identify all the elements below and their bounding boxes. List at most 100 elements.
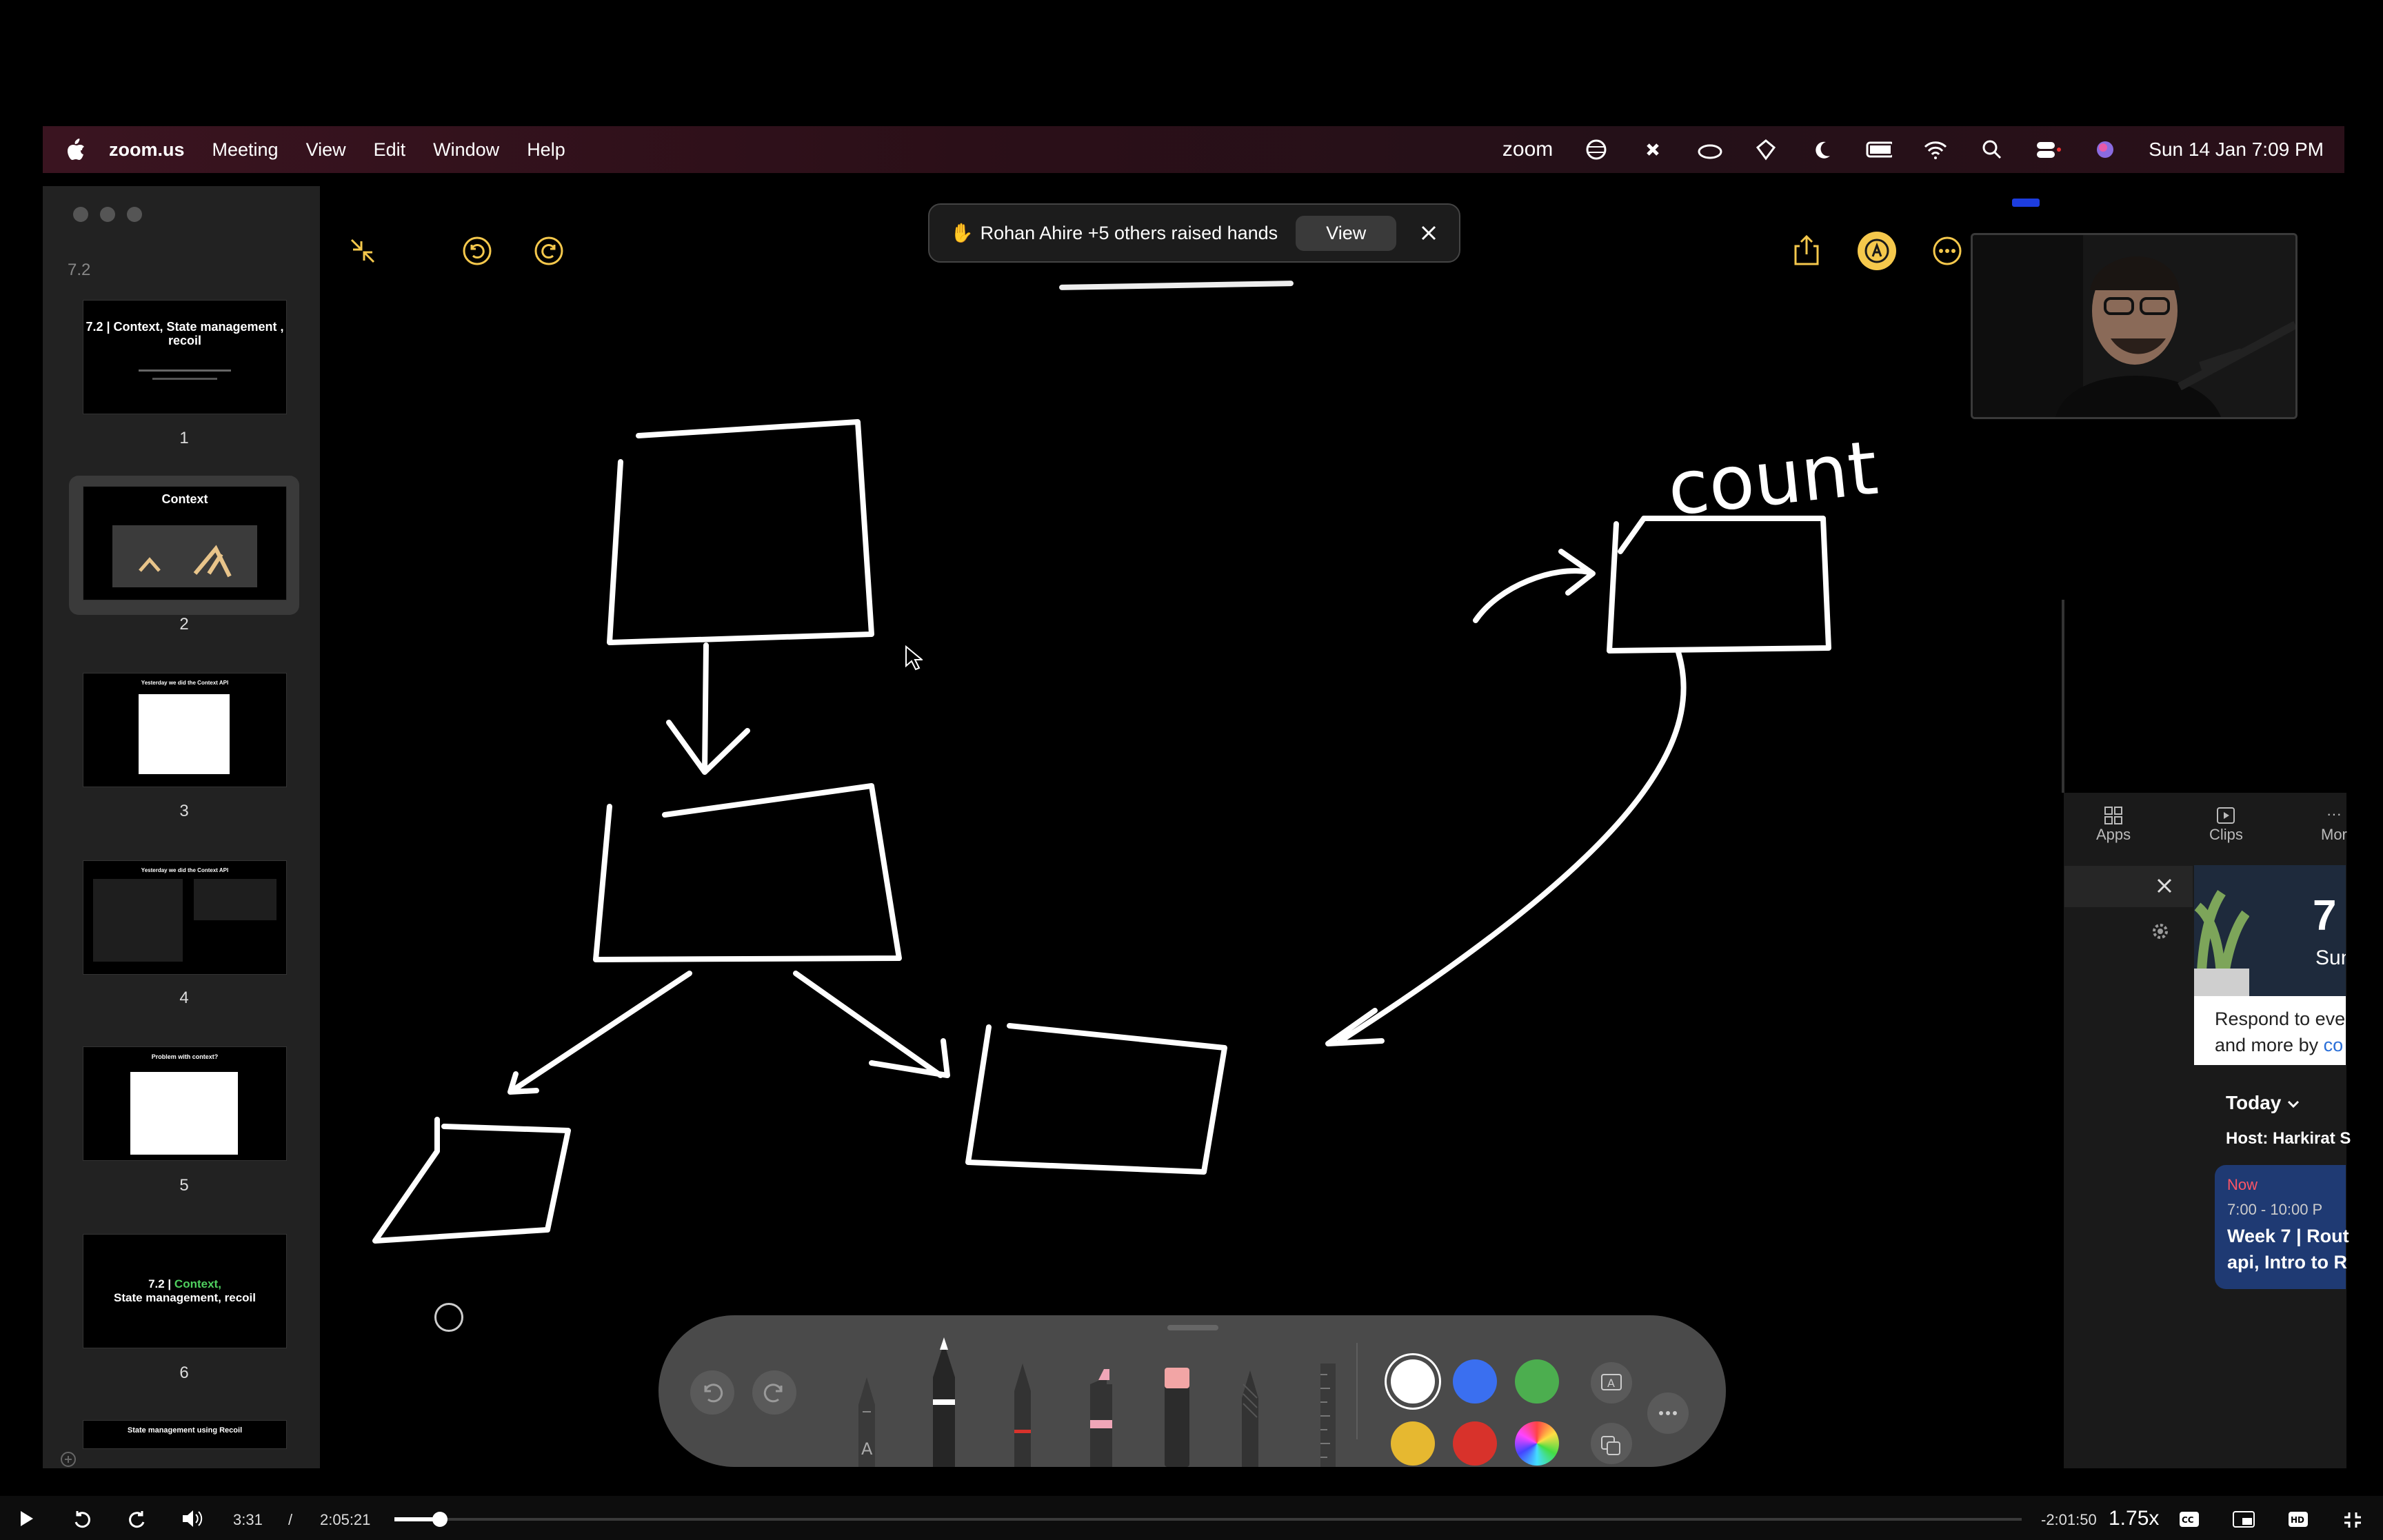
box-bottom-left — [372, 1117, 571, 1244]
calendar-promo-card[interactable]: 7 Sun Respond to eve and more by co — [2194, 865, 2346, 1065]
event-time: 7:00 - 10:00 P — [2227, 1201, 2323, 1218]
apps-tab[interactable]: Apps — [2096, 805, 2131, 844]
clips-tab[interactable]: Clips — [2209, 805, 2243, 844]
menu-help[interactable]: Help — [527, 139, 565, 161]
search-icon[interactable] — [1979, 136, 2005, 163]
settings-gear-icon[interactable] — [2151, 922, 2169, 940]
slide-3-title: Yesterday we did the Context API — [141, 680, 229, 686]
box-middle — [593, 783, 902, 962]
palette-undo-button[interactable] — [690, 1370, 734, 1415]
control-center-icon[interactable] — [2035, 136, 2062, 163]
volume-icon[interactable] — [181, 1508, 204, 1529]
seek-bar-handle[interactable] — [432, 1512, 448, 1527]
picture-in-picture-icon[interactable] — [2233, 1511, 2255, 1528]
fine-pen-tool[interactable] — [1009, 1357, 1036, 1467]
raised-hands-text: Rohan Ahire +5 others raised hands — [980, 222, 1278, 243]
slide-thumbnail-2[interactable]: Context — [83, 486, 287, 600]
color-swatch-blue[interactable] — [1453, 1359, 1497, 1404]
menu-window[interactable]: Window — [433, 139, 499, 161]
arrow-down — [666, 642, 750, 775]
close-notification-icon[interactable] — [1420, 224, 1438, 242]
network-icon[interactable] — [1753, 136, 1779, 163]
color-swatch-green[interactable] — [1515, 1359, 1559, 1404]
slide-number-1: 1 — [179, 429, 189, 447]
shapes-button[interactable] — [1591, 1423, 1632, 1464]
command-icon[interactable] — [1640, 136, 1666, 163]
arrow-left — [507, 971, 692, 1095]
hd-quality-icon[interactable]: HD — [2288, 1511, 2309, 1528]
wifi-icon[interactable] — [1922, 136, 1949, 163]
color-swatch-yellow[interactable] — [1391, 1421, 1435, 1466]
moon-icon[interactable] — [1809, 136, 1836, 163]
menu-view[interactable]: View — [306, 139, 346, 161]
more-icon: ··· — [2326, 805, 2342, 822]
event-card[interactable]: Now 7:00 - 10:00 P Week 7 | Rout api, In… — [2215, 1165, 2349, 1289]
menu-edit[interactable]: Edit — [374, 139, 406, 161]
rewind-icon[interactable] — [72, 1508, 92, 1529]
slide-thumbnail-6[interactable]: 7.2 | Context, State management, recoil — [83, 1234, 287, 1348]
seek-bar[interactable] — [394, 1518, 2022, 1521]
event-title-line-2: api, Intro to R — [2227, 1252, 2347, 1273]
ruler-tool[interactable] — [1314, 1364, 1341, 1467]
arrow-to-count — [1473, 549, 1596, 623]
palette-divider — [1356, 1343, 1358, 1439]
zoom-brand[interactable]: zoom — [1502, 138, 1553, 161]
slide-thumbnail-7[interactable]: State management using Recoil — [83, 1420, 287, 1449]
handwritten-count-label: count — [1664, 425, 1882, 533]
slide-1-title: 7.2 | Context, State management , recoil — [86, 320, 284, 347]
svg-text:A: A — [1607, 1377, 1615, 1390]
text-box-button[interactable]: A — [1591, 1362, 1632, 1404]
slide-2-image — [112, 525, 257, 587]
siri-icon[interactable] — [2092, 136, 2118, 163]
today-dropdown[interactable]: Today — [2226, 1092, 2300, 1114]
window-close-button[interactable] — [73, 207, 88, 222]
svg-text:HD: HD — [2291, 1515, 2304, 1525]
arrow-right — [793, 971, 950, 1078]
menu-meeting[interactable]: Meeting — [212, 139, 279, 161]
slide-thumbnail-1[interactable]: 7.2 | Context, State management , recoil — [83, 300, 287, 414]
close-panel-icon[interactable] — [2155, 877, 2173, 895]
highlighter-tool[interactable] — [1086, 1357, 1116, 1467]
menu-bar-status-area: zoom Sun 14 Jan 7:09 PM — [1502, 126, 2324, 173]
apple-logo-icon[interactable] — [66, 139, 86, 161]
slide-thumbnail-3[interactable]: Yesterday we did the Context API — [83, 673, 287, 787]
more-tab[interactable]: ··· Mor — [2321, 805, 2347, 844]
globe-icon[interactable] — [1583, 136, 1609, 163]
window-zoom-button[interactable] — [127, 207, 142, 222]
slide-number-2: 2 — [179, 615, 189, 634]
exit-fullscreen-icon[interactable] — [2343, 1511, 2362, 1529]
whiteboard-canvas[interactable]: count — [320, 262, 2064, 1317]
slide-thumbnail-4[interactable]: Yesterday we did the Context API — [83, 860, 287, 975]
monoline-pen-tool[interactable]: A — [853, 1364, 881, 1467]
palette-drag-handle[interactable] — [1167, 1325, 1218, 1330]
lasso-tool[interactable] — [1236, 1364, 1264, 1467]
window-minimize-button[interactable] — [100, 207, 115, 222]
host-label: Host: Harkirat S — [2226, 1129, 2351, 1148]
eraser-tool[interactable] — [1162, 1364, 1192, 1467]
pen-tool[interactable] — [929, 1336, 959, 1467]
battery-icon[interactable] — [1866, 136, 1893, 163]
palette-redo-button[interactable] — [752, 1370, 796, 1415]
color-swatch-white[interactable] — [1391, 1359, 1435, 1404]
menu-app-name[interactable]: zoom.us — [109, 139, 185, 161]
slide-5-diagram — [130, 1072, 238, 1155]
cloud-icon[interactable] — [1696, 136, 1722, 163]
slide-1-subtext — [139, 369, 231, 372]
add-slide-icon[interactable] — [59, 1450, 77, 1468]
current-time: 3:31 — [233, 1511, 263, 1528]
color-swatch-red[interactable] — [1453, 1421, 1497, 1466]
forward-icon[interactable] — [127, 1508, 148, 1529]
eraser-cursor-circle — [434, 1303, 463, 1332]
slide-thumbnail-5[interactable]: Problem with context? — [83, 1046, 287, 1161]
color-picker-wheel[interactable] — [1515, 1421, 1559, 1466]
play-icon[interactable] — [18, 1510, 34, 1528]
view-raised-hands-button[interactable]: View — [1296, 215, 1397, 251]
menu-datetime[interactable]: Sun 14 Jan 7:09 PM — [2149, 139, 2324, 161]
card-link[interactable]: co — [2324, 1035, 2344, 1055]
palette-more-button[interactable] — [1647, 1392, 1689, 1434]
playback-speed[interactable]: 1.75x — [2109, 1507, 2159, 1530]
today-label: Today — [2226, 1092, 2282, 1113]
remaining-time: -2:01:50 — [2041, 1511, 2097, 1528]
captions-icon[interactable]: CC — [2179, 1511, 2200, 1528]
slide-6-title: 7.2 | Context, State management, recoil — [83, 1277, 286, 1305]
